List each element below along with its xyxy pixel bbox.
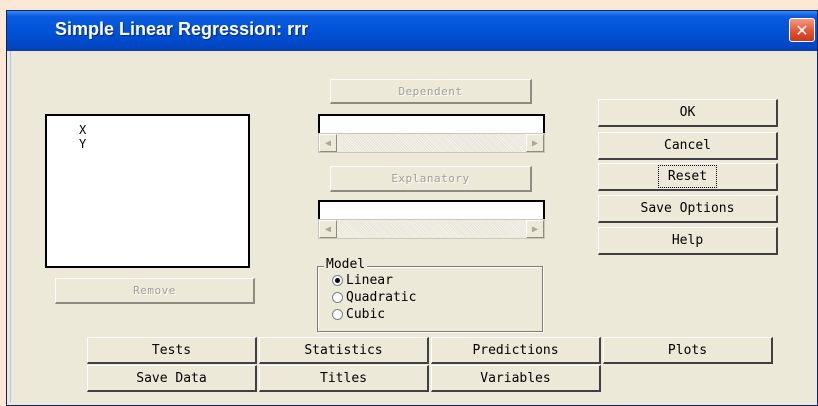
list-item[interactable]: X [47, 123, 248, 137]
scroll-right-icon[interactable]: ▶ [526, 220, 544, 238]
tests-button[interactable]: Tests [87, 337, 257, 364]
plots-button[interactable]: Plots [603, 337, 773, 364]
explanatory-scrollbar[interactable]: ◀ ▶ [318, 219, 545, 239]
dialog-window: Simple Linear Regression: rrr ✕ X Y Remo… [6, 10, 818, 406]
predictions-button[interactable]: Predictions [431, 337, 601, 364]
radio-unchecked-icon [332, 309, 343, 320]
window-title: Simple Linear Regression: rrr [55, 19, 309, 39]
scroll-left-icon[interactable]: ◀ [319, 134, 337, 152]
reset-button[interactable]: Reset [598, 163, 778, 191]
dependent-scrollbar[interactable]: ◀ ▶ [318, 133, 545, 153]
remove-button[interactable]: Remove [55, 278, 255, 304]
explanatory-field[interactable] [318, 200, 545, 220]
statistics-button[interactable]: Statistics [259, 337, 429, 364]
variables-button[interactable]: Variables [431, 365, 601, 392]
help-button[interactable]: Help [598, 227, 778, 255]
radio-checked-icon [332, 275, 343, 286]
list-item[interactable]: Y [47, 137, 248, 151]
radio-unchecked-icon [332, 292, 343, 303]
titles-button[interactable]: Titles [259, 365, 429, 392]
model-legend: Model [324, 257, 368, 272]
dependent-button[interactable]: Dependent [330, 79, 532, 104]
model-groupbox: Model Linear Quadratic Cubic [317, 257, 543, 332]
scroll-left-icon[interactable]: ◀ [319, 220, 337, 238]
dependent-field[interactable] [318, 114, 545, 134]
scroll-right-icon[interactable]: ▶ [526, 134, 544, 152]
dialog-body: X Y Remove Dependent ◀ ▶ Explanatory ◀ ▶… [10, 51, 814, 402]
variable-listbox[interactable]: X Y [45, 114, 250, 268]
radio-cubic[interactable]: Cubic [332, 307, 385, 322]
radio-quadratic[interactable]: Quadratic [332, 290, 416, 305]
title-bar[interactable]: Simple Linear Regression: rrr ✕ [7, 11, 817, 51]
cancel-button[interactable]: Cancel [598, 132, 778, 160]
save-options-button[interactable]: Save Options [598, 195, 778, 223]
explanatory-button[interactable]: Explanatory [330, 166, 532, 192]
radio-linear[interactable]: Linear [332, 273, 393, 288]
ok-button[interactable]: OK [598, 99, 778, 127]
close-icon[interactable]: ✕ [789, 18, 815, 42]
save-data-button[interactable]: Save Data [87, 365, 257, 392]
